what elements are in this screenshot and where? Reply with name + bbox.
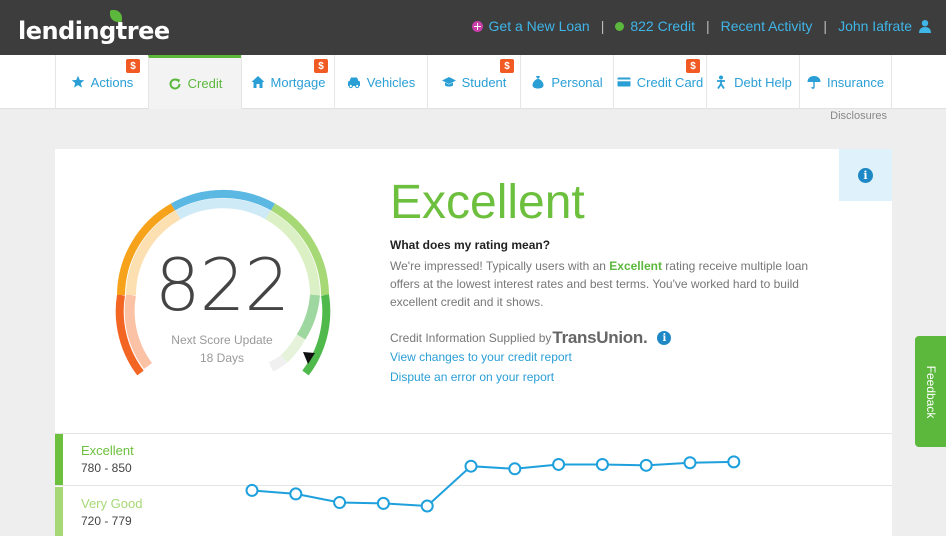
- tab-label: Mortgage: [270, 74, 326, 90]
- transunion-logo: TransUnion.: [552, 328, 647, 348]
- tab-label: Credit: [187, 76, 223, 91]
- credit-score-link[interactable]: 822 Credit: [615, 18, 695, 34]
- user-name: John Iafrate: [838, 18, 912, 34]
- bureau-mark: .: [642, 328, 648, 347]
- tab-label: Student: [461, 74, 507, 90]
- nav-separator: |: [823, 18, 828, 34]
- tab-mortgage[interactable]: Mortgage $: [241, 55, 334, 109]
- rating-description: We're impressed! Typically users with an…: [390, 257, 820, 311]
- lendingtree-logo[interactable]: lendingtree: [18, 10, 170, 46]
- credit-card-icon: [617, 77, 631, 87]
- score-history-point[interactable]: [333, 496, 347, 510]
- refresh-icon: [169, 78, 181, 90]
- tab-credit-card[interactable]: Credit Card $: [613, 55, 706, 109]
- info-icon[interactable]: i: [657, 331, 672, 345]
- credit-score-label: 822 Credit: [630, 18, 695, 34]
- score-history-point[interactable]: [639, 458, 653, 472]
- nav-separator: |: [600, 18, 605, 34]
- score-history-point[interactable]: [727, 455, 741, 469]
- tab-credit[interactable]: Credit: [148, 55, 241, 109]
- credit-score-value: 822: [154, 243, 290, 327]
- dollar-badge: $: [126, 59, 140, 73]
- rating-title: Excellent: [390, 176, 585, 229]
- plus-circle-icon: [471, 20, 483, 32]
- house-icon: [251, 76, 265, 88]
- disclosures-link[interactable]: Disclosures: [830, 110, 887, 122]
- score-history-point[interactable]: [552, 457, 566, 471]
- bureau-name: TransUnion: [552, 328, 643, 347]
- status-dot-icon: [615, 21, 625, 31]
- tab-label: Credit Card: [636, 74, 704, 90]
- score-history-point[interactable]: [376, 496, 390, 510]
- feedback-button[interactable]: Feedback: [915, 336, 946, 447]
- score-history-point[interactable]: [464, 459, 478, 473]
- tab-label: Debt Help: [734, 74, 792, 90]
- tab-label: Actions: [90, 74, 134, 90]
- info-button[interactable]: i: [839, 149, 892, 201]
- person-icon: [717, 75, 726, 89]
- gauge-inner-good: [175, 198, 271, 220]
- next-update-label: Next Score Update: [171, 333, 273, 347]
- tab-student[interactable]: Student $: [427, 55, 520, 109]
- score-history-point[interactable]: [683, 456, 697, 470]
- recent-activity-label: Recent Activity: [720, 18, 813, 34]
- view-changes-link[interactable]: View changes to your credit report: [390, 350, 572, 364]
- tab-label: Vehicles: [366, 74, 416, 90]
- tab-debt-help[interactable]: Debt Help: [706, 55, 799, 109]
- score-history-point[interactable]: [595, 457, 609, 471]
- description-text: We're impressed! Typically users with an: [390, 259, 610, 273]
- score-history-point[interactable]: [420, 499, 434, 513]
- product-tabs-bar: Actions $ Credit Mortgage $ Vehicles Stu…: [0, 55, 946, 109]
- user-icon: [919, 20, 931, 33]
- score-history: Excellent 780 - 850 Very Good 720 - 779: [55, 433, 892, 536]
- score-history-point[interactable]: [508, 462, 522, 476]
- star-icon: [71, 75, 84, 88]
- score-history-chart: [245, 455, 741, 513]
- description-highlight: Excellent: [609, 259, 662, 273]
- top-nav: Get a New Loan | 822 Credit | Recent Act…: [471, 18, 932, 34]
- credit-score-card: i 822 Next Score Update 18 Days Excellen…: [55, 149, 892, 536]
- tab-insurance[interactable]: Insurance: [799, 55, 892, 109]
- feedback-label: Feedback: [923, 365, 938, 418]
- logo-text: lendingtree: [18, 17, 170, 45]
- get-new-loan-label: Get a New Loan: [488, 18, 590, 34]
- recent-activity-link[interactable]: Recent Activity: [721, 18, 813, 34]
- supplied-by-label: Credit Information Supplied by: [390, 331, 552, 345]
- dollar-badge: $: [500, 59, 514, 73]
- umbrella-icon: [807, 76, 821, 89]
- product-tabs: Actions $ Credit Mortgage $ Vehicles Stu…: [55, 55, 892, 109]
- next-update-days: 18 Days: [199, 351, 245, 365]
- tab-label: Insurance: [826, 74, 885, 90]
- top-header: lendingtree Get a New Loan | 822 Credit …: [0, 0, 946, 55]
- rating-question: What does my rating mean?: [390, 238, 551, 252]
- info-icon: i: [858, 167, 873, 183]
- tab-vehicles[interactable]: Vehicles: [334, 55, 427, 109]
- score-history-line: [251, 460, 734, 508]
- dollar-badge: $: [686, 59, 700, 73]
- nav-separator: |: [705, 18, 710, 34]
- dollar-badge: $: [314, 59, 328, 73]
- bureau-attribution: Credit Information Supplied by TransUnio…: [390, 328, 672, 348]
- score-history-point[interactable]: [289, 487, 303, 501]
- dispute-error-link[interactable]: Dispute an error on your report: [390, 370, 554, 384]
- tab-label: Personal: [551, 74, 603, 90]
- car-icon: [347, 77, 360, 89]
- user-menu[interactable]: John Iafrate: [838, 18, 932, 34]
- graduation-cap-icon: [441, 77, 456, 87]
- money-bag-icon: [532, 76, 544, 89]
- tab-personal[interactable]: Personal: [520, 55, 613, 109]
- get-new-loan-link[interactable]: Get a New Loan: [471, 18, 590, 34]
- score-history-point[interactable]: [245, 483, 259, 497]
- tab-actions[interactable]: Actions $: [55, 55, 148, 109]
